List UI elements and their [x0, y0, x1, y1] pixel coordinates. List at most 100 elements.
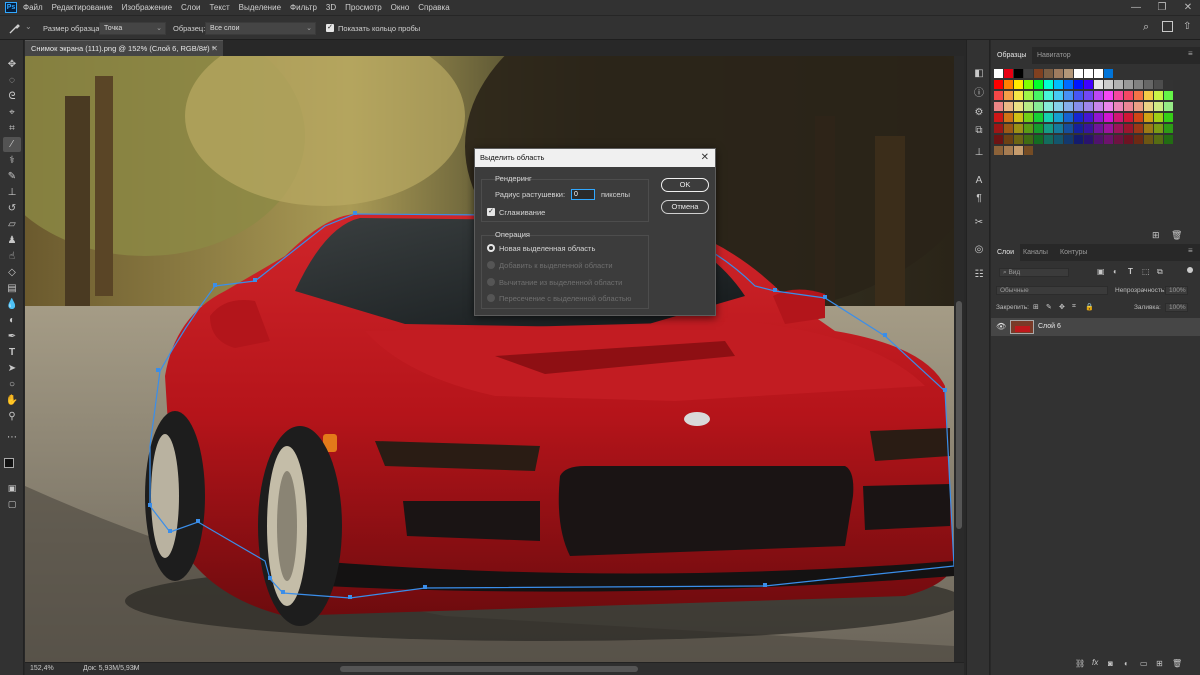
color-swatch[interactable]	[1154, 135, 1163, 144]
filter-type-icon[interactable]: T	[1128, 267, 1133, 276]
crop-tool-icon[interactable]: ⌗	[3, 121, 21, 136]
filter-toggle-icon[interactable]	[1187, 267, 1193, 273]
color-swatch[interactable]	[1164, 102, 1173, 111]
brush-tool-icon[interactable]: ✎	[3, 169, 21, 184]
color-swatch[interactable]	[1054, 135, 1063, 144]
color-swatch[interactable]	[1004, 69, 1013, 78]
color-swatch[interactable]	[1024, 146, 1033, 155]
document-tab[interactable]: Снимок экрана (111).png @ 152% (Слой 6, …	[25, 40, 223, 56]
color-swatch[interactable]	[1094, 113, 1103, 122]
color-swatch[interactable]	[1064, 80, 1073, 89]
color-swatch[interactable]	[1054, 91, 1063, 100]
color-swatch[interactable]	[1044, 113, 1053, 122]
color-swatch[interactable]	[1034, 102, 1043, 111]
color-swatch[interactable]	[1004, 102, 1013, 111]
clone-stamp-tool-icon[interactable]: ⊥	[3, 185, 21, 200]
color-swatch[interactable]	[1074, 113, 1083, 122]
path-selection-tool-icon[interactable]: ➤	[3, 361, 21, 376]
color-swatch[interactable]	[1014, 113, 1023, 122]
info-panel-icon[interactable]: ⓘ	[970, 87, 988, 101]
new-swatch-icon[interactable]: ⊞	[1152, 230, 1160, 241]
close-icon[interactable]: ✕	[701, 149, 709, 167]
more-tools-icon[interactable]: ⋯	[3, 430, 21, 445]
foreground-color-swatch[interactable]	[4, 458, 14, 468]
color-swatch[interactable]	[994, 80, 1003, 89]
clone-source-panel-icon[interactable]: ⊥	[970, 146, 988, 160]
color-swatch[interactable]	[1034, 124, 1043, 133]
brush-panel-icon[interactable]: ⚙	[970, 106, 988, 120]
sample-size-select[interactable]: Точка ⌄	[99, 22, 166, 35]
color-swatch[interactable]	[1084, 91, 1093, 100]
color-swatch[interactable]	[994, 102, 1003, 111]
color-swatch[interactable]	[1164, 80, 1173, 89]
gradient-tool-icon[interactable]: ▤	[3, 281, 21, 296]
color-swatch[interactable]	[1094, 91, 1103, 100]
color-swatch[interactable]	[1044, 135, 1053, 144]
color-swatch[interactable]	[1014, 80, 1023, 89]
layer-row[interactable]: 👁 Слой 6	[991, 318, 1200, 336]
color-swatch[interactable]	[1144, 102, 1153, 111]
eyedropper-tool-icon[interactable]: ⁄	[3, 137, 21, 152]
color-swatch[interactable]	[1114, 80, 1123, 89]
color-swatch[interactable]	[1004, 80, 1013, 89]
color-swatch[interactable]	[1074, 102, 1083, 111]
color-swatch[interactable]	[1004, 124, 1013, 133]
ok-button[interactable]: OK	[661, 178, 709, 192]
color-swatch[interactable]	[1004, 135, 1013, 144]
color-swatch[interactable]	[1034, 91, 1043, 100]
share-icon[interactable]: ⇧	[1183, 21, 1191, 32]
tab-swatches[interactable]: Образцы	[991, 47, 1033, 64]
layer-filter-select[interactable]: ⌕ Вид	[999, 268, 1069, 277]
color-swatch[interactable]	[1124, 124, 1133, 133]
lasso-tool-icon[interactable]: ᘓ	[3, 89, 21, 104]
color-swatch[interactable]	[1044, 102, 1053, 111]
color-swatch[interactable]	[1154, 124, 1163, 133]
color-swatch[interactable]	[1074, 135, 1083, 144]
color-swatch[interactable]	[1124, 113, 1133, 122]
color-swatch[interactable]	[1154, 102, 1163, 111]
menu-text[interactable]: Текст	[209, 3, 229, 12]
color-swatch[interactable]	[1084, 69, 1093, 78]
eye-icon[interactable]: 👁	[996, 322, 1006, 331]
lock-artboard-icon[interactable]: ⌗	[1072, 303, 1076, 311]
color-swatch[interactable]	[1024, 113, 1033, 122]
color-swatch[interactable]	[1014, 91, 1023, 100]
color-swatch[interactable]	[994, 91, 1003, 100]
menu-image[interactable]: Изображение	[122, 3, 172, 12]
color-swatch[interactable]	[1144, 91, 1153, 100]
color-swatch[interactable]	[1164, 135, 1173, 144]
color-swatch[interactable]	[1114, 102, 1123, 111]
color-swatch[interactable]	[1014, 102, 1023, 111]
fill-field[interactable]: 100%	[1165, 303, 1188, 312]
color-swatch[interactable]	[994, 113, 1003, 122]
color-swatch[interactable]	[1054, 113, 1063, 122]
filter-pixel-icon[interactable]: ▣	[1097, 267, 1105, 276]
color-swatch[interactable]	[1024, 80, 1033, 89]
tool-preset-chevron-icon[interactable]: ⌄	[25, 22, 32, 31]
color-swatch[interactable]	[1144, 124, 1153, 133]
color-swatch[interactable]	[1044, 69, 1053, 78]
screen-mode-icon[interactable]: ▢	[3, 497, 21, 512]
menu-filter[interactable]: Фильтр	[290, 3, 317, 12]
color-swatch[interactable]	[994, 124, 1003, 133]
color-swatch[interactable]	[1124, 80, 1133, 89]
color-swatch[interactable]	[1084, 80, 1093, 89]
color-swatch[interactable]	[994, 69, 1003, 78]
lock-image-icon[interactable]: ✎	[1046, 303, 1052, 311]
minimize-icon[interactable]: —	[1124, 0, 1148, 15]
layers-panel-menu-icon[interactable]: ≡	[1188, 246, 1193, 255]
color-swatch[interactable]	[1104, 91, 1113, 100]
color-swatch[interactable]	[1164, 124, 1173, 133]
fx-icon[interactable]: fx	[1092, 658, 1098, 667]
color-swatch[interactable]	[1074, 91, 1083, 100]
pen-tool-icon[interactable]: ✒	[3, 329, 21, 344]
color-swatch[interactable]	[1004, 113, 1013, 122]
color-swatch[interactable]	[1134, 124, 1143, 133]
document-canvas[interactable]	[25, 56, 954, 662]
color-swatch[interactable]	[1084, 102, 1093, 111]
color-swatch[interactable]	[1104, 69, 1113, 78]
color-swatch[interactable]	[1054, 102, 1063, 111]
color-swatch[interactable]	[1054, 124, 1063, 133]
filter-smart-icon[interactable]: ⧉	[1157, 267, 1163, 277]
link-icon[interactable]: ⛓	[1075, 659, 1085, 668]
